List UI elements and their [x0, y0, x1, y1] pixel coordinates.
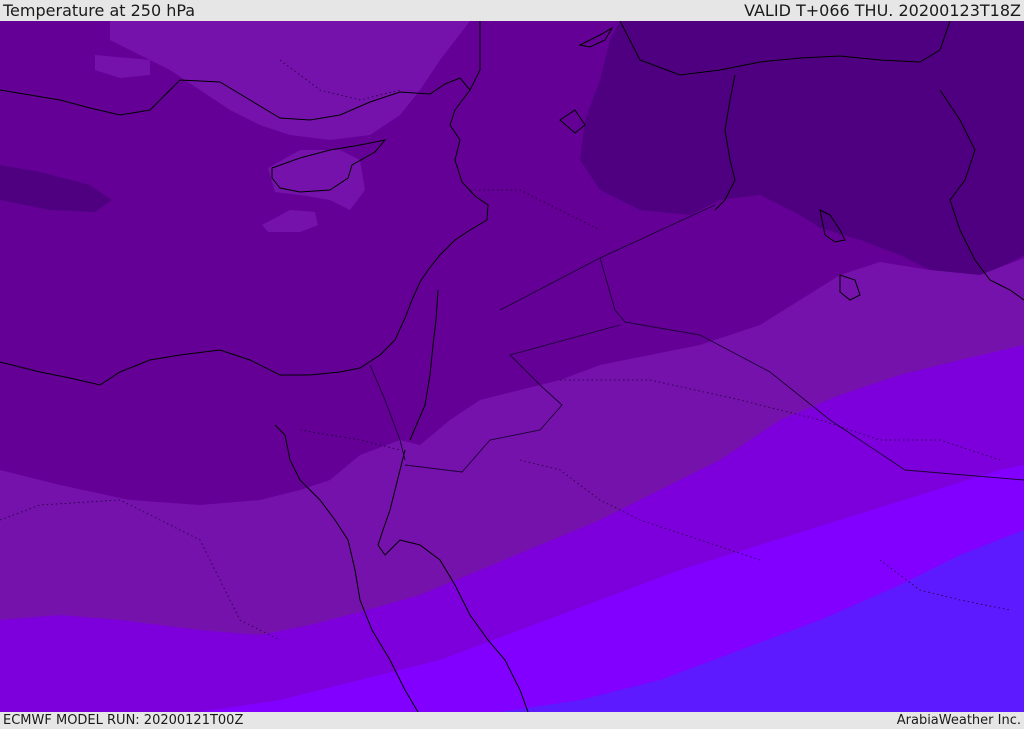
temperature-map[interactable]: [0, 21, 1024, 712]
footer-bar: ECMWF MODEL RUN: 20200121T00Z ArabiaWeat…: [0, 712, 1024, 729]
model-run: ECMWF MODEL RUN: 20200121T00Z: [3, 713, 244, 728]
valid-time: VALID T+066 THU. 20200123T18Z: [744, 1, 1021, 20]
header-bar: Temperature at 250 hPa VALID T+066 THU. …: [0, 0, 1024, 21]
map-svg: [0, 21, 1024, 712]
credit: ArabiaWeather Inc.: [896, 713, 1021, 728]
map-title: Temperature at 250 hPa: [3, 1, 196, 20]
